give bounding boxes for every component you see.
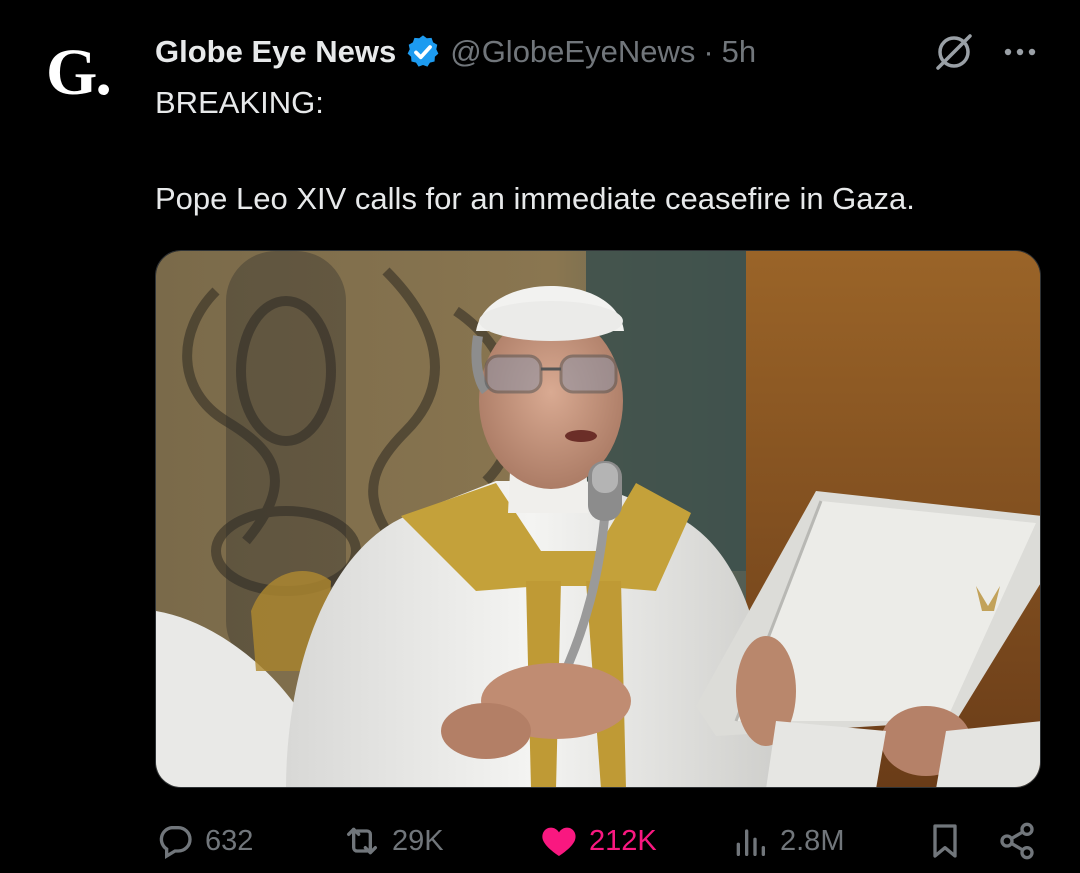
tweet-photo[interactable] (155, 250, 1041, 788)
tweet-text-line: BREAKING: (155, 85, 324, 120)
share-icon (1000, 822, 1034, 860)
tweet-text: BREAKING: Pope Leo XIV calls for an imme… (155, 84, 1055, 218)
reply-icon (159, 826, 192, 859)
retweet-button[interactable]: 29K (342, 816, 444, 866)
heart-icon (542, 827, 576, 856)
verified-badge-icon (404, 33, 442, 71)
reply-button[interactable]: 632 (155, 816, 253, 866)
timestamp[interactable]: 5h (722, 34, 756, 70)
like-count: 212K (589, 824, 657, 857)
grok-icon[interactable] (932, 30, 976, 74)
avatar[interactable]: G. (46, 38, 130, 108)
author-name[interactable]: Globe Eye News (155, 34, 396, 70)
separator-dot: · (703, 34, 714, 69)
reply-count: 632 (205, 824, 254, 857)
author-handle[interactable]: @GlobeEyeNews (450, 34, 695, 70)
like-button[interactable]: 212K (539, 816, 657, 866)
tweet-text-line: Pope Leo XIV calls for an immediate ceas… (155, 181, 915, 216)
retweet-icon (347, 827, 377, 855)
views-count: 2.8M (780, 824, 845, 857)
tweet-header: Globe Eye News @GlobeEyeNews · 5h (155, 30, 756, 74)
more-icon[interactable] (998, 30, 1042, 74)
retweet-count: 29K (392, 824, 444, 857)
views-button[interactable]: 2.8M (730, 816, 844, 866)
bookmark-button[interactable] (925, 816, 965, 866)
bookmark-icon (933, 824, 957, 858)
photo-of-pope-speaking-into-microphone (156, 251, 1040, 787)
share-button[interactable] (997, 816, 1037, 866)
tweet-actions: 632 29K 212K 2.8M (155, 816, 1045, 866)
views-icon (736, 829, 765, 856)
